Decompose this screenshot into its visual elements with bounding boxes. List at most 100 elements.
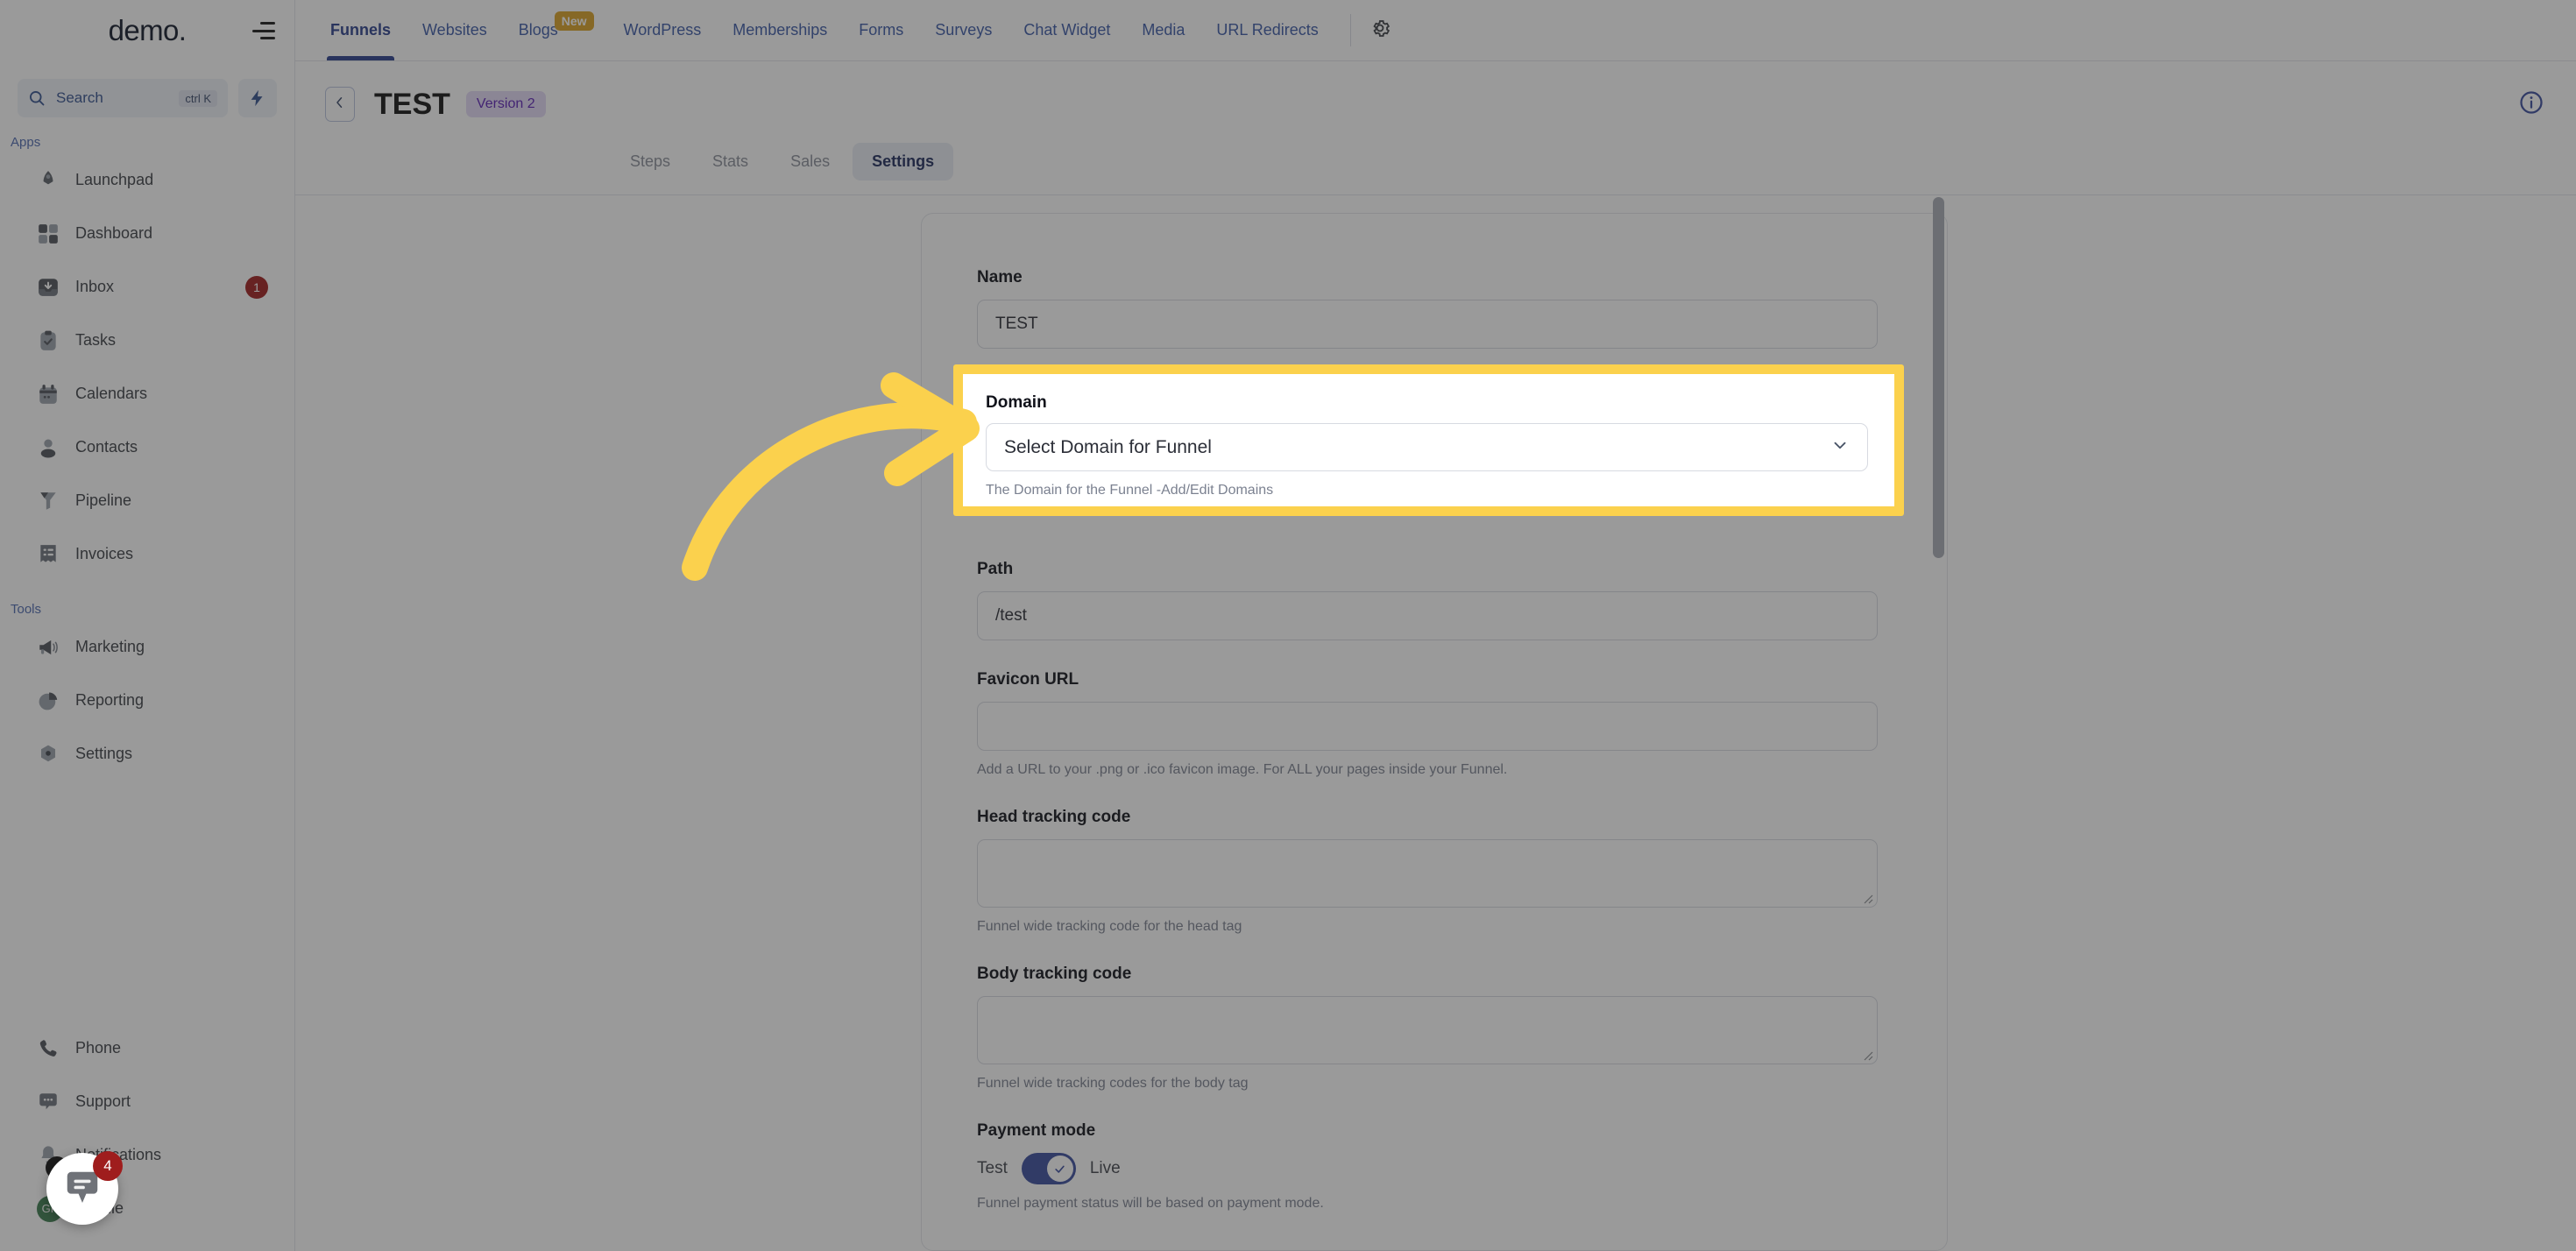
tab-funnels[interactable]: Funnels <box>315 0 407 60</box>
sidebar-item-tasks[interactable]: Tasks <box>0 314 294 367</box>
tab-blogs[interactable]: Blogs New <box>503 0 608 60</box>
tab-steps[interactable]: Steps <box>611 143 690 180</box>
subtab-label: Settings <box>872 152 935 170</box>
favicon-url-input[interactable] <box>977 702 1878 751</box>
sidebar-item-label: Invoices <box>75 545 134 562</box>
tab-label: Surveys <box>935 21 993 39</box>
field-helper: Funnel payment status will be based on p… <box>977 1196 1324 1211</box>
gear-icon <box>1369 17 1391 44</box>
sidebar-item-contacts[interactable]: Contacts <box>0 421 294 474</box>
rocket-icon <box>37 169 60 192</box>
payment-mode-row: Test Live <box>977 1153 1892 1184</box>
sidebar-item-reporting[interactable]: Reporting <box>0 674 294 727</box>
sidebar-nav: Apps Launchpad Dashboard Inbox 1 Tasks C… <box>0 117 294 1021</box>
resize-handle-icon[interactable] <box>1859 890 1873 904</box>
inbox-icon <box>37 276 60 299</box>
sidebar-item-label: Pipeline <box>75 491 132 509</box>
sidebar-item-settings[interactable]: Settings <box>0 727 294 781</box>
domain-select[interactable]: Select Domain for Funnel <box>986 423 1868 471</box>
name-input[interactable]: TEST <box>977 300 1878 349</box>
sidebar-item-notifications[interactable]: Notifications 4 <box>0 1128 294 1182</box>
search-input[interactable]: Search ctrl K <box>18 79 228 117</box>
info-button[interactable] <box>2516 89 2546 119</box>
field-favicon-url: Favicon URL Add a URL to your .png or .i… <box>977 670 1892 778</box>
chat-dots-icon <box>37 1091 60 1113</box>
hamburger-menu-icon[interactable] <box>252 22 275 39</box>
field-label: Path <box>977 560 1014 578</box>
field-label: Favicon URL <box>977 670 1079 689</box>
tab-memberships[interactable]: Memberships <box>717 0 843 60</box>
subtab-label: Stats <box>712 152 749 170</box>
sidebar-item-calendars[interactable]: Calendars <box>0 367 294 421</box>
sidebar-bottom: Phone Support Notifications 4 GP Profile <box>0 1021 294 1251</box>
subtab-label: Sales <box>790 152 831 170</box>
quick-actions-button[interactable] <box>238 79 277 117</box>
chevron-down-icon <box>1830 435 1850 460</box>
sidebar-item-label: Calendars <box>75 385 148 402</box>
sidebar-item-support[interactable]: Support <box>0 1075 294 1128</box>
sidebar-item-marketing[interactable]: Marketing <box>0 620 294 674</box>
tab-wordpress[interactable]: WordPress <box>608 0 718 60</box>
resize-handle-icon[interactable] <box>1859 1047 1873 1061</box>
field-name: Name TEST <box>977 268 1892 349</box>
content-scrollbar[interactable] <box>1933 197 1944 1251</box>
tab-label: WordPress <box>623 21 702 39</box>
field-label: Head tracking code <box>977 808 1131 826</box>
tab-media[interactable]: Media <box>1126 0 1200 60</box>
sidebar-item-invoices[interactable]: Invoices <box>0 527 294 581</box>
tab-stats[interactable]: Stats <box>693 143 768 180</box>
sidebar: demo. Search ctrl K Apps Launchpad Dashb… <box>0 0 295 1251</box>
search-shortcut: ctrl K <box>179 89 217 107</box>
sidebar-group-label-tools: Tools <box>11 602 42 617</box>
top-navigation: Funnels Websites Blogs New WordPress Mem… <box>295 0 2576 61</box>
field-payment-mode: Payment mode Test Live Funnel payment st… <box>977 1121 1892 1212</box>
field-helper: Funnel wide tracking codes for the body … <box>977 1076 1249 1091</box>
tab-url-redirects[interactable]: URL Redirects <box>1200 0 1334 60</box>
tab-websites[interactable]: Websites <box>407 0 503 60</box>
sidebar-item-label: Inbox <box>75 278 115 295</box>
payment-mode-on-label: Live <box>1089 1159 1121 1177</box>
pie-chart-icon <box>37 689 60 712</box>
search-icon <box>28 89 46 107</box>
field-label: Domain <box>986 393 1047 412</box>
settings-gear-button[interactable] <box>1360 0 1400 60</box>
sidebar-item-pipeline[interactable]: Pipeline <box>0 474 294 527</box>
field-body-tracking-code: Body tracking code Funnel wide tracking … <box>977 965 1892 1092</box>
path-input[interactable]: /test <box>977 591 1878 640</box>
sidebar-item-label: Contacts <box>75 438 138 456</box>
sidebar-item-launchpad[interactable]: Launchpad <box>0 153 294 207</box>
brand-row: demo. <box>0 0 294 61</box>
sidebar-item-label: Marketing <box>75 638 145 655</box>
sidebar-item-label: Phone <box>75 1039 122 1057</box>
chat-widget-button[interactable]: 4 <box>46 1151 123 1225</box>
version-badge: Version 2 <box>465 91 546 117</box>
back-button[interactable] <box>325 87 355 122</box>
sidebar-item-dashboard[interactable]: Dashboard <box>0 207 294 260</box>
tab-forms[interactable]: Forms <box>843 0 919 60</box>
search-label: Search <box>56 89 103 106</box>
page-title: TEST <box>374 87 450 121</box>
domain-field-highlight: Domain Select Domain for Funnel The Doma… <box>953 364 1904 516</box>
sidebar-item-inbox[interactable]: Inbox 1 <box>0 260 294 314</box>
chevron-left-icon <box>332 95 348 115</box>
body-tracking-code-textarea[interactable] <box>977 996 1878 1064</box>
info-circle-icon <box>2518 89 2544 120</box>
field-domain: Domain Select Domain for Funnel The Doma… <box>963 374 1894 506</box>
scrollbar-thumb[interactable] <box>1933 197 1944 558</box>
sidebar-item-profile[interactable]: GP Profile <box>0 1182 294 1235</box>
sidebar-item-label: Dashboard <box>75 224 153 242</box>
sidebar-item-phone[interactable]: Phone <box>0 1021 294 1075</box>
tab-surveys[interactable]: Surveys <box>919 0 1008 60</box>
tab-chat-widget[interactable]: Chat Widget <box>1008 0 1126 60</box>
tab-sales[interactable]: Sales <box>771 143 849 180</box>
head-tracking-code-textarea[interactable] <box>977 839 1878 908</box>
tab-label: Forms <box>859 21 904 39</box>
invoice-icon <box>37 543 60 566</box>
subtab-label: Steps <box>630 152 671 170</box>
payment-mode-toggle[interactable] <box>1021 1153 1076 1184</box>
brand-logo-text: demo <box>108 14 180 46</box>
toggle-knob <box>1046 1156 1073 1182</box>
field-helper: Add a URL to your .png or .ico favicon i… <box>977 762 1508 777</box>
brand-logo[interactable]: demo. <box>109 14 187 47</box>
tab-settings[interactable]: Settings <box>853 142 954 180</box>
